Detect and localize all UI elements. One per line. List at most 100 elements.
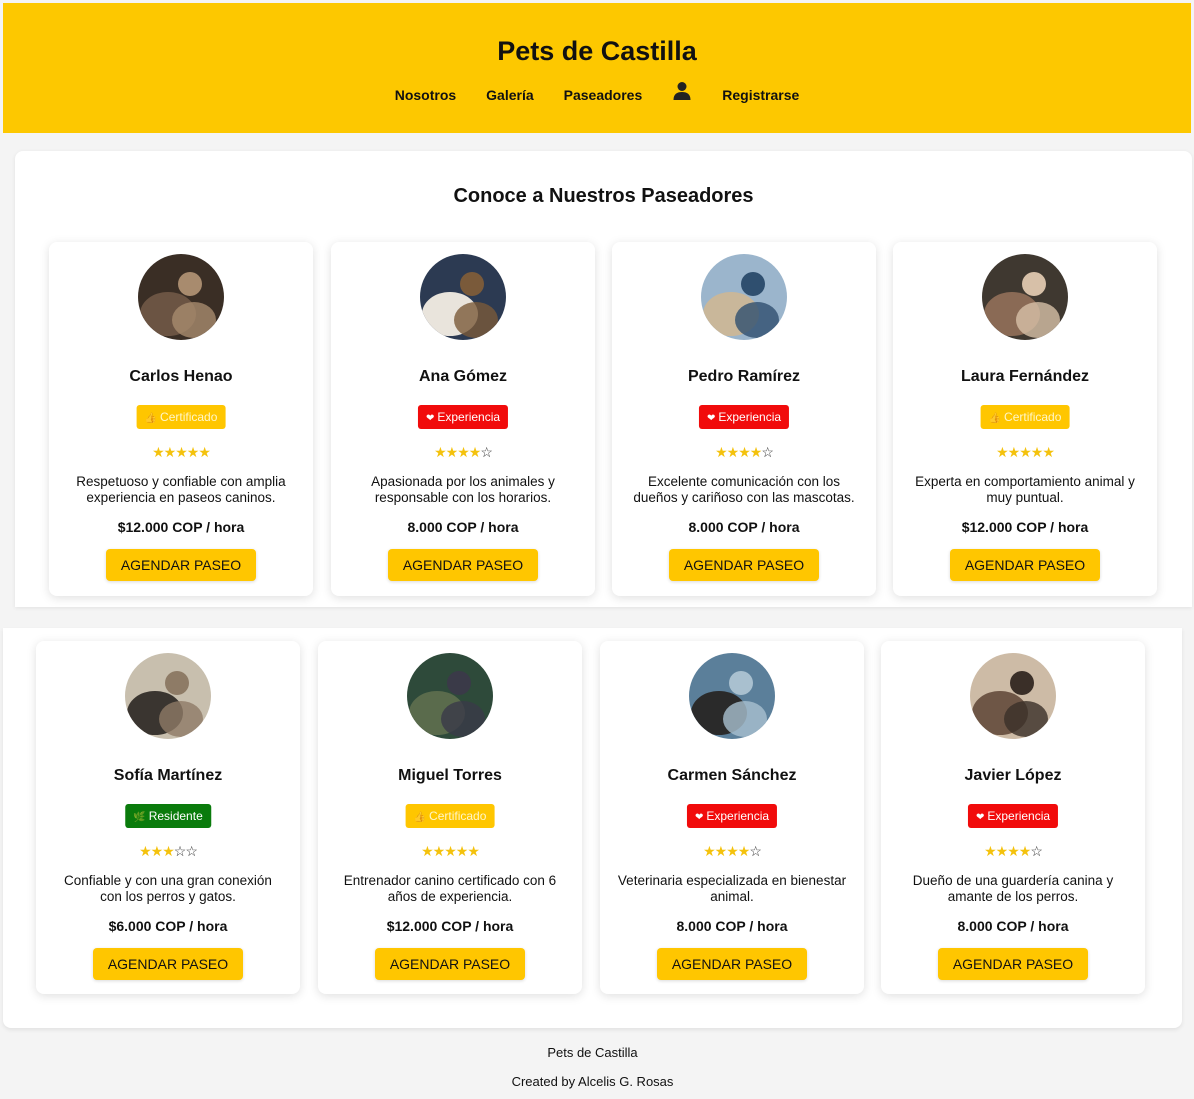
walker-photo xyxy=(125,653,211,739)
star-filled-icon: ★ xyxy=(715,444,728,460)
nav-galeria[interactable]: Galería xyxy=(486,87,533,103)
walker-badge: 👍 Certificado xyxy=(405,804,495,828)
walker-price: 8.000 COP / hora xyxy=(957,918,1069,934)
star-empty-icon: ☆ xyxy=(1030,843,1043,859)
walker-price: 8.000 COP / hora xyxy=(407,519,519,535)
nav-nosotros[interactable]: Nosotros xyxy=(395,87,456,103)
star-filled-icon: ★ xyxy=(467,843,480,859)
walker-description: Dueño de una guardería canina y amante d… xyxy=(912,873,1114,904)
schedule-walk-button[interactable]: AGENDAR PASEO xyxy=(93,948,243,980)
walker-price: $12.000 COP / hora xyxy=(961,519,1089,535)
walker-card: Laura Fernández 👍 Certificado ★★★★★ Experta … xyxy=(893,242,1157,596)
walker-badge-label: Experiencia xyxy=(987,809,1051,823)
walker-badge-label: Residente xyxy=(148,809,203,823)
star-filled-icon: ★ xyxy=(162,843,175,859)
star-filled-icon: ★ xyxy=(152,444,165,460)
heart-icon: ❤ xyxy=(975,812,985,823)
walker-description: Veterinaria especializada en bienestar a… xyxy=(617,873,847,904)
star-filled-icon: ★ xyxy=(434,444,447,460)
walker-badge-label: Certificado xyxy=(160,410,218,424)
walker-name: Ana Gómez xyxy=(418,368,507,385)
walker-card: Carlos Henao 👍 Certificado ★★★★★ Respetuoso … xyxy=(49,242,313,596)
walker-card: Pedro Ramírez ❤ Experiencia ★★★★☆ Excelente … xyxy=(612,242,876,596)
star-filled-icon: ★ xyxy=(445,444,459,460)
heart-icon: ❤ xyxy=(694,812,704,823)
heart-icon: ❤ xyxy=(706,413,716,424)
walker-description: Confiable y con una gran conexión con lo… xyxy=(64,873,272,904)
user-icon[interactable] xyxy=(672,81,692,101)
walker-badge: ❤ Experiencia xyxy=(417,405,509,429)
walker-card: Javier López ❤ Experiencia ★★★★☆ Dueño de un… xyxy=(881,641,1145,994)
star-filled-icon: ★ xyxy=(1030,444,1044,460)
walker-badge-label: Certificado xyxy=(1004,410,1062,424)
page-title: Conoce a Nuestros Paseadores xyxy=(453,185,754,207)
schedule-walk-button[interactable]: AGENDAR PASEO xyxy=(657,948,807,980)
heart-icon: ❤ xyxy=(425,413,435,424)
walker-badge: ❤ Experiencia xyxy=(686,804,778,828)
walker-name: Miguel Torres xyxy=(398,767,502,784)
star-empty-icon: ☆ xyxy=(173,843,187,859)
walker-badge: 🌿 Residente xyxy=(125,804,211,828)
walker-card: Sofía Martínez 🌿 Residente ★★★☆☆ Confiable y… xyxy=(36,641,300,994)
walker-photo xyxy=(689,653,775,739)
walker-badge: 👍 Certificado xyxy=(136,405,226,429)
star-filled-icon: ★ xyxy=(468,444,482,460)
walker-card: Miguel Torres 👍 Certificado ★★★★★ Entrenador… xyxy=(318,641,582,994)
walker-name: Laura Fernández xyxy=(960,368,1090,385)
walker-price: $12.000 COP / hora xyxy=(117,519,245,535)
star-empty-icon: ☆ xyxy=(185,843,198,859)
walker-description: Excelente comunicación con los dueños y … xyxy=(633,474,855,505)
star-filled-icon: ★ xyxy=(455,843,469,859)
star-filled-icon: ★ xyxy=(163,444,177,460)
star-filled-icon: ★ xyxy=(737,843,751,859)
star-filled-icon: ★ xyxy=(984,843,997,859)
star-filled-icon: ★ xyxy=(150,843,164,859)
nav-paseadores[interactable]: Paseadores xyxy=(564,87,643,103)
star-filled-icon: ★ xyxy=(1042,444,1055,460)
thumbs-up-icon: 👍 xyxy=(144,413,158,424)
star-filled-icon: ★ xyxy=(432,843,446,859)
walker-card: Carmen Sánchez ❤ Experiencia ★★★★☆ Veterinar… xyxy=(600,641,864,994)
schedule-walk-button[interactable]: AGENDAR PASEO xyxy=(375,948,525,980)
walker-rating: ★★★★☆ xyxy=(331,444,595,460)
walker-name: Sofía Martínez xyxy=(113,767,223,784)
walker-badge: ❤ Experiencia xyxy=(698,405,790,429)
walker-badge-label: Experiencia xyxy=(437,410,501,424)
star-filled-icon: ★ xyxy=(714,843,728,859)
walker-price: 8.000 COP / hora xyxy=(676,918,788,934)
main-nav: Nosotros Galería Paseadores Registrarse xyxy=(3,82,1191,105)
walker-photo xyxy=(420,254,506,340)
walker-name: Javier López xyxy=(964,767,1062,784)
star-filled-icon: ★ xyxy=(1019,444,1032,460)
star-filled-icon: ★ xyxy=(186,444,200,460)
nav-registrarse[interactable]: Registrarse xyxy=(722,87,799,103)
walker-badge-label: Certificado xyxy=(429,809,487,823)
star-filled-icon: ★ xyxy=(726,444,740,460)
walker-photo xyxy=(982,254,1068,340)
site-brand[interactable]: Pets de Castilla xyxy=(3,36,1191,67)
schedule-walk-button[interactable]: AGENDAR PASEO xyxy=(388,549,538,581)
leaf-icon: 🌿 xyxy=(133,812,146,823)
walker-photo xyxy=(138,254,224,340)
walker-price: $12.000 COP / hora xyxy=(386,918,514,934)
thumbs-up-icon: 👍 xyxy=(988,413,1002,424)
schedule-walk-button[interactable]: AGENDAR PASEO xyxy=(938,948,1088,980)
star-filled-icon: ★ xyxy=(738,444,751,460)
schedule-walk-button[interactable]: AGENDAR PASEO xyxy=(950,549,1100,581)
star-filled-icon: ★ xyxy=(139,843,152,859)
star-filled-icon: ★ xyxy=(444,843,457,859)
walker-description: Respetuoso y confiable con amplia experi… xyxy=(76,474,286,505)
schedule-walk-button[interactable]: AGENDAR PASEO xyxy=(106,549,256,581)
star-filled-icon: ★ xyxy=(457,444,470,460)
walker-description: Experta en comportamiento animal y muy p… xyxy=(915,474,1135,505)
star-filled-icon: ★ xyxy=(703,843,716,859)
walker-rating: ★★★★☆ xyxy=(881,843,1145,859)
star-filled-icon: ★ xyxy=(175,444,188,460)
star-filled-icon: ★ xyxy=(421,843,434,859)
walker-rating: ★★★★☆ xyxy=(612,444,876,460)
star-filled-icon: ★ xyxy=(726,843,739,859)
walker-price: 8.000 COP / hora xyxy=(688,519,800,535)
walker-badge: ❤ Experiencia xyxy=(967,804,1059,828)
thumbs-up-icon: 👍 xyxy=(413,812,427,823)
schedule-walk-button[interactable]: AGENDAR PASEO xyxy=(669,549,819,581)
